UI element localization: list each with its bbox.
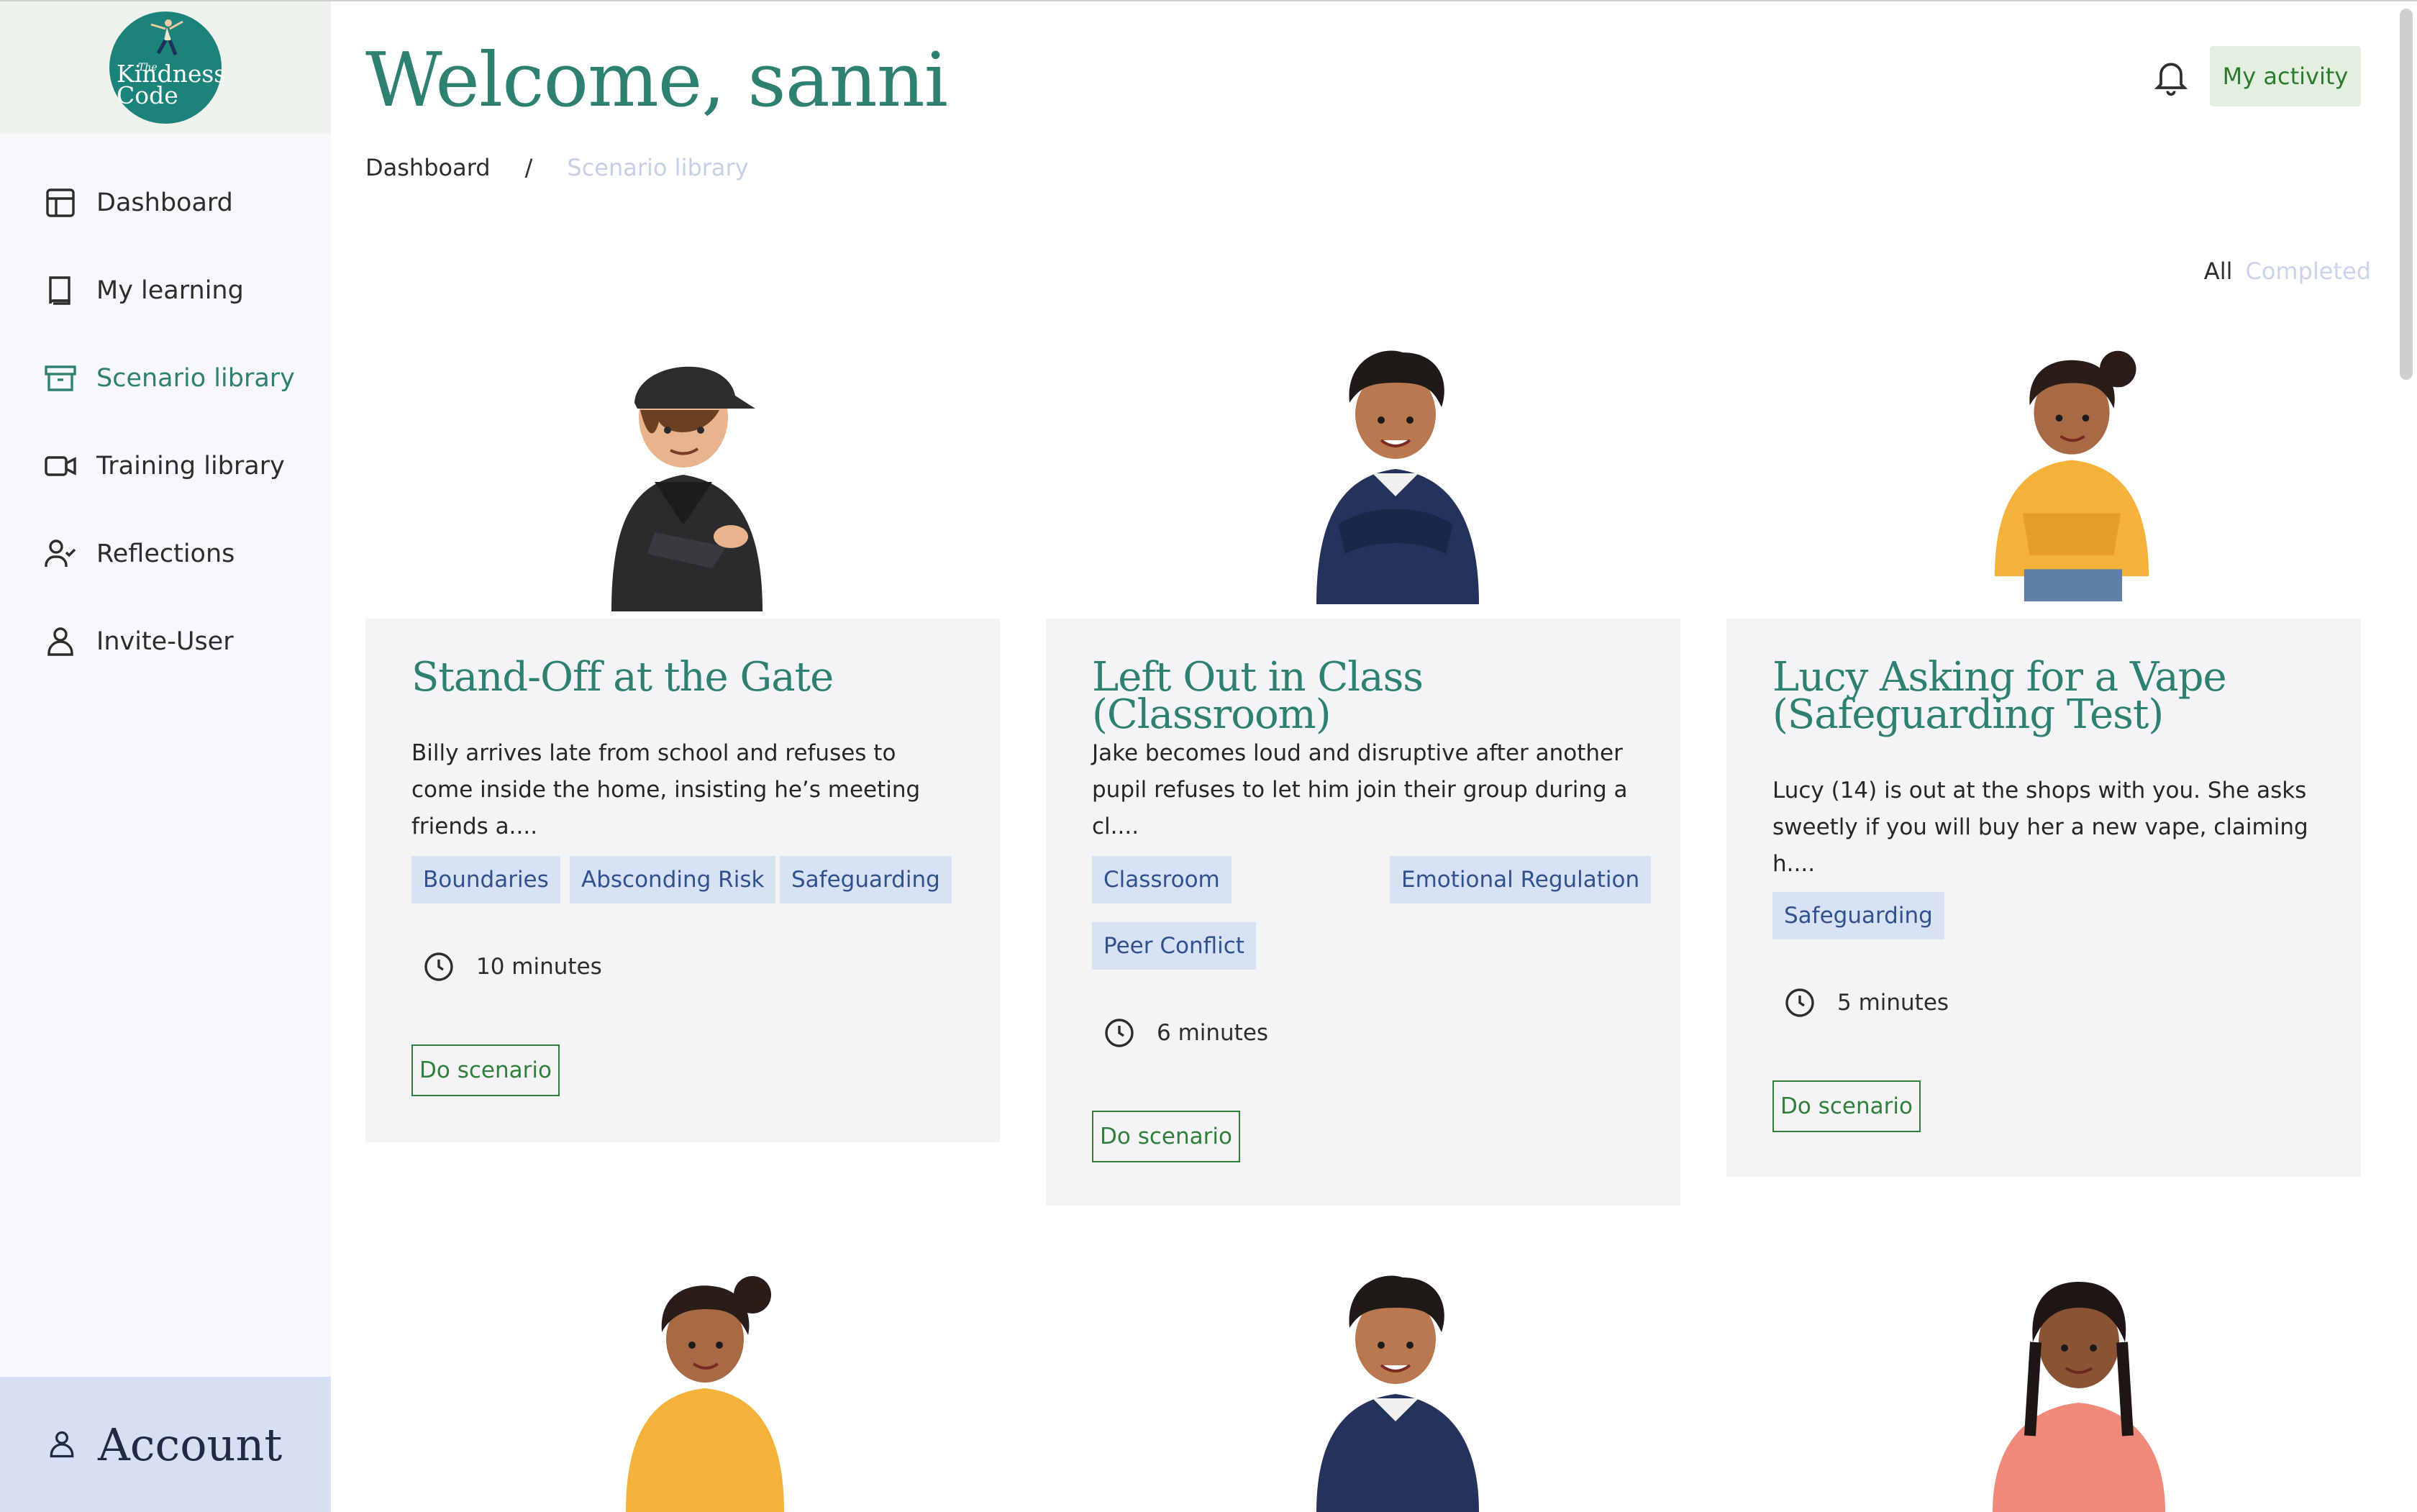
sidebar-item-my-learning[interactable]: My learning [43, 262, 317, 319]
lucy-illustration [1994, 350, 2149, 602]
sidebar-item-label: Invite-User [96, 627, 234, 656]
sidebar-item-label: Dashboard [96, 188, 233, 217]
clock-icon [1105, 1019, 1134, 1047]
scenario-description: Lucy (14) is out at the shops with you. … [1772, 778, 2308, 877]
filter-all-tab[interactable]: All [2204, 258, 2233, 285]
jake-illustration [1316, 350, 1479, 604]
duration-text: 6 minutes [1157, 1020, 1269, 1046]
bell-icon[interactable] [2151, 58, 2191, 98]
page-title: Welcome, sanni [365, 36, 948, 124]
user-check-icon [45, 539, 76, 567]
sidebar-item-training-library[interactable]: Training library [43, 437, 317, 495]
filter-tabs: All Completed [2204, 258, 2371, 285]
account-user-icon [50, 1431, 74, 1458]
sidebar-item-label: Scenario library [96, 364, 295, 393]
brand-logo[interactable]: The Kindness Code [109, 12, 226, 124]
scenario-card[interactable]: Lucy Asking for a Vape (Safeguarding Tes… [1726, 619, 2361, 1177]
sidebar-item-dashboard[interactable]: Dashboard [43, 174, 317, 232]
sidebar: The Kindness Code Dashboard My learning … [0, 1, 331, 1512]
tag-badge: Boundaries [411, 856, 560, 903]
tag-badge: Absconding Risk [570, 856, 776, 903]
scenario-duration: 6 minutes [1092, 1016, 1268, 1050]
breadcrumb-separator: / [524, 154, 533, 181]
scenario-title[interactable]: Stand-Off at the Gate [411, 657, 973, 698]
breadcrumb-current: Scenario library [567, 154, 749, 181]
breadcrumb-dashboard-link[interactable]: Dashboard [365, 154, 491, 181]
scenario-description: Jake becomes loud and disruptive after a… [1092, 740, 1628, 839]
do-scenario-button[interactable]: Do scenario [1092, 1111, 1240, 1162]
user-icon [47, 627, 73, 656]
my-activity-button[interactable]: My activity [2210, 46, 2361, 106]
duration-text: 10 minutes [476, 954, 602, 980]
tag-badge: Safeguarding [780, 856, 952, 903]
character-illustration [1316, 1275, 1479, 1512]
scrollbar-thumb[interactable] [2400, 9, 2413, 380]
logo-line2: Code [117, 81, 178, 109]
scenario-card[interactable]: Left Out in Class (Classroom) Jake becom… [1046, 619, 1680, 1206]
duration-text: 5 minutes [1837, 990, 1949, 1016]
scenario-title[interactable]: Lucy Asking for a Vape (Safeguarding Tes… [1772, 657, 2334, 735]
runner-icon [150, 19, 183, 55]
scenario-title[interactable]: Left Out in Class (Classroom) [1092, 657, 1653, 735]
tag-badge: Classroom [1092, 856, 1232, 903]
logo-text: Kindness Code [117, 62, 226, 109]
scenario-duration: 5 minutes [1772, 985, 1949, 1020]
tag-badge: Emotional Regulation [1390, 856, 1652, 903]
layout-icon [46, 188, 75, 217]
scenario-description: Billy arrives late from school and refus… [411, 740, 921, 839]
scenario-card[interactable]: Stand-Off at the Gate Billy arrives late… [365, 619, 1000, 1142]
sidebar-item-reflections[interactable]: Reflections [43, 525, 317, 583]
account-label: Account [98, 1418, 283, 1471]
sidebar-item-invite-user[interactable]: Invite-User [43, 613, 317, 670]
sidebar-item-scenario-library[interactable]: Scenario library [43, 350, 317, 407]
sidebar-item-label: Reflections [96, 539, 235, 568]
sidebar-item-label: My learning [96, 276, 244, 305]
logo-area: The Kindness Code [0, 1, 331, 134]
tag-badge: Peer Conflict [1092, 922, 1256, 970]
tag-badge: Safeguarding [1772, 892, 1944, 939]
character-illustration [1993, 1282, 2165, 1512]
video-icon [45, 456, 76, 476]
account-button[interactable]: Account [0, 1377, 331, 1512]
billy-illustration [611, 366, 763, 611]
do-scenario-button[interactable]: Do scenario [411, 1044, 560, 1096]
book-icon [49, 276, 70, 305]
breadcrumb: Dashboard / Scenario library [365, 154, 749, 181]
scenario-duration: 10 minutes [411, 949, 602, 984]
character-illustration [626, 1276, 784, 1512]
clock-icon [424, 952, 453, 981]
clock-icon [1785, 988, 1814, 1017]
filter-completed-tab[interactable]: Completed [2245, 258, 2371, 285]
archive-icon [45, 365, 76, 391]
sidebar-item-label: Training library [96, 452, 285, 481]
do-scenario-button[interactable]: Do scenario [1772, 1080, 1921, 1132]
